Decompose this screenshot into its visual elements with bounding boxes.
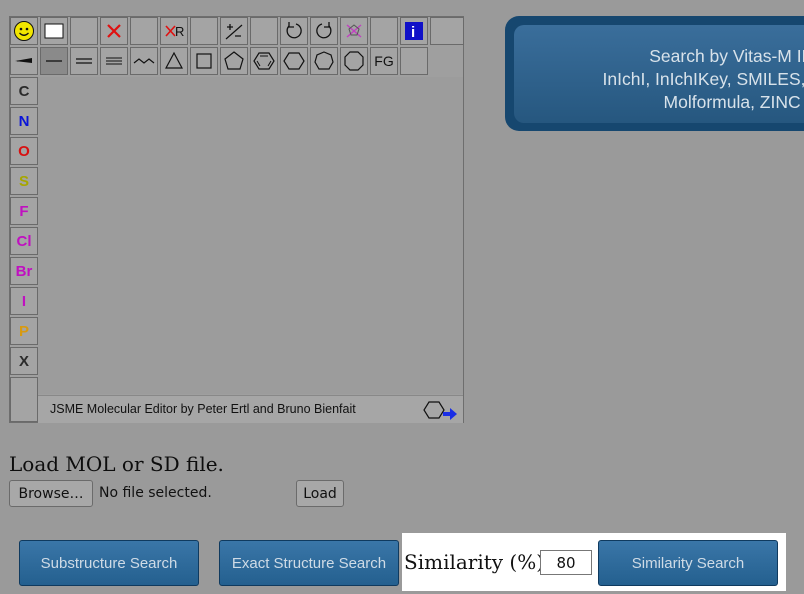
substructure-search-button[interactable]: Substructure Search [19,540,199,586]
chain-icon[interactable] [130,47,158,75]
element-symbol: N [18,112,30,130]
similarity-panel: Similarity (%): 80 Similarity Search [402,533,786,591]
element-symbol: I [21,292,27,310]
banner-line-3: Molformula, ZINC ID [663,92,804,112]
molecular-editor[interactable]: R i FG C N O S F Cl Br I P X JSME Molecu… [9,16,464,423]
load-file-title: Load MOL or SD file. [9,452,224,476]
element-symbol: O [18,142,30,160]
delete-icon[interactable] [100,17,128,45]
info-icon[interactable]: i [400,17,428,45]
charge-icon[interactable] [220,17,248,45]
info-label: i [411,24,415,41]
editor-credit: JSME Molecular Editor by Peter Ertl and … [50,402,356,416]
element-br[interactable]: Br [10,257,38,285]
similarity-search-button[interactable]: Similarity Search [598,540,778,586]
functional-group-button[interactable]: FG [370,47,398,75]
element-symbol: S [18,172,29,190]
element-i[interactable]: I [10,287,38,315]
blank-tool[interactable] [430,17,464,45]
double-bond-icon[interactable] [70,47,98,75]
banner-line-1: Search by Vitas-M IDs [649,46,804,66]
ring6-icon[interactable] [280,47,308,75]
element-s[interactable]: S [10,167,38,195]
jsme-logo-icon [423,401,457,420]
element-symbol: Cl [16,232,32,250]
element-symbol: Br [15,262,33,280]
element-o[interactable]: O [10,137,38,165]
element-p[interactable]: P [10,317,38,345]
element-symbol: P [18,322,29,340]
similarity-input[interactable]: 80 [540,550,592,575]
element-cl[interactable]: Cl [10,227,38,255]
file-status: No file selected. [99,485,212,501]
search-by-ids-banner[interactable]: Search by Vitas-M IDs InIchI, InIchIKey,… [505,16,804,131]
blank-tool[interactable] [130,17,158,45]
blank-tool[interactable] [250,17,278,45]
delete-group-label: R [175,24,184,39]
element-n[interactable]: N [10,107,38,135]
ring4-icon[interactable] [190,47,218,75]
redo-icon[interactable] [310,17,338,45]
ring5-icon[interactable] [220,47,248,75]
ring7-icon[interactable] [310,47,338,75]
similarity-field-label: Similarity (%): [404,550,551,574]
element-f[interactable]: F [10,197,38,225]
element-x[interactable]: X [10,347,38,375]
editor-footer: JSME Molecular Editor by Peter Ertl and … [38,395,463,423]
benzene-icon[interactable] [250,47,278,75]
ring8-icon[interactable] [340,47,368,75]
delete-group-icon[interactable]: R [160,17,188,45]
element-symbol: X [18,352,29,370]
drawing-canvas[interactable] [38,77,463,394]
single-bond-icon[interactable] [40,47,68,75]
banner-line-2: InIchI, InIchIKey, SMILES, C [602,69,804,89]
browse-button[interactable]: Browse… [9,480,93,507]
ring3-icon[interactable] [160,47,188,75]
stereo-bond-icon[interactable] [10,47,38,75]
blank-tool[interactable] [10,377,38,422]
blank-tool[interactable] [400,47,428,75]
smiley-icon[interactable] [10,17,38,45]
undo-icon[interactable] [280,17,308,45]
new-document-icon[interactable] [40,17,68,45]
element-symbol: F [19,202,29,220]
exact-structure-search-button[interactable]: Exact Structure Search [219,540,399,586]
element-symbol: C [18,82,30,100]
triple-bond-icon[interactable] [100,47,128,75]
clear-icon[interactable] [340,17,368,45]
element-c[interactable]: C [10,77,38,105]
blank-tool[interactable] [190,17,218,45]
blank-tool[interactable] [370,17,398,45]
blank-tool[interactable] [70,17,98,45]
load-button[interactable]: Load [296,480,344,507]
